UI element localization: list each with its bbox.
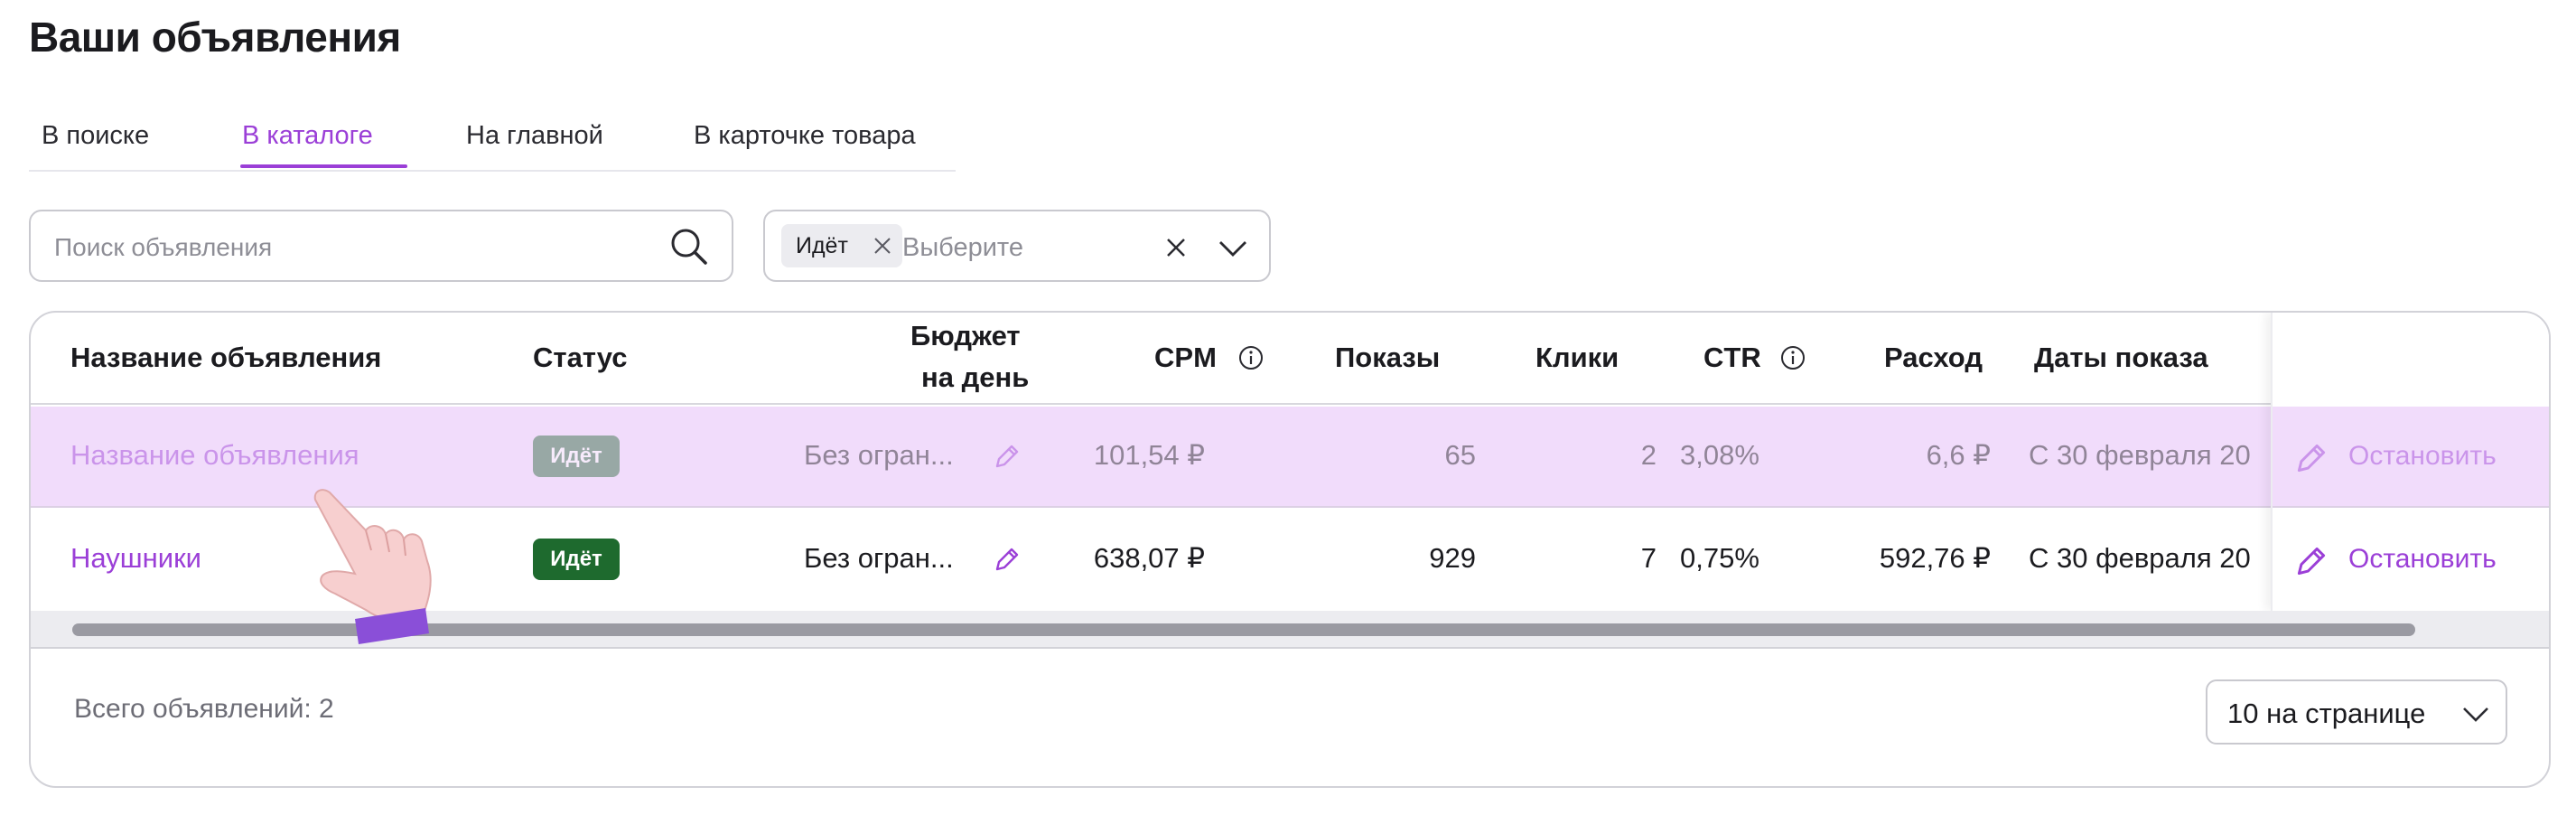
impressions-value: 929 xyxy=(1429,542,1476,574)
tab-search[interactable]: В поиске xyxy=(42,121,149,151)
col-status-header[interactable]: Статус xyxy=(533,342,627,374)
pointer-hand-icon xyxy=(313,489,432,644)
status-filter-select[interactable]: Идёт Выберите xyxy=(763,210,1271,282)
col-impressions-header[interactable]: Показы xyxy=(1335,342,1440,374)
table-header: Название объявления Статус Бюджет на ден… xyxy=(31,313,2549,405)
spend-value: 6,6 ₽ xyxy=(1926,439,1991,471)
info-icon[interactable] xyxy=(1779,344,1806,371)
stop-button-label: Остановить xyxy=(2348,544,2497,574)
col-budget-header-line2[interactable]: на день xyxy=(921,361,1029,394)
chevron-down-icon[interactable] xyxy=(1217,234,1249,261)
chip-remove-icon[interactable] xyxy=(872,235,893,257)
impressions-value: 65 xyxy=(1444,439,1476,471)
col-dates-header[interactable]: Даты показа xyxy=(2034,342,2208,374)
search-box xyxy=(29,210,733,282)
tab-main[interactable]: На главной xyxy=(466,121,603,151)
ctr-value: 3,08% xyxy=(1680,439,1759,471)
tab-catalog[interactable]: В каталоге xyxy=(242,121,373,151)
status-chip: Идёт xyxy=(781,224,902,267)
spend-value: 592,76 ₽ xyxy=(1879,542,1991,574)
cpm-value: 638,07 ₽ xyxy=(1093,542,1205,574)
pencil-icon[interactable] xyxy=(992,544,1022,575)
chevron-down-icon xyxy=(2463,707,2488,722)
cpm-value: 101,54 ₽ xyxy=(1093,439,1205,471)
search-icon[interactable] xyxy=(668,226,710,267)
page-size-label: 10 на странице xyxy=(2227,698,2426,729)
status-badge: Идёт xyxy=(533,539,620,580)
total-count: Всего объявлений: 2 xyxy=(74,694,334,724)
budget-value: Без огран... xyxy=(804,542,954,574)
tab-product-card[interactable]: В карточке товара xyxy=(694,121,916,151)
clicks-value: 2 xyxy=(1640,439,1657,471)
pencil-icon xyxy=(2297,444,2326,473)
actions-column: Остановить Остановить xyxy=(2271,313,2549,611)
col-clicks-header[interactable]: Клики xyxy=(1535,342,1619,374)
pencil-icon xyxy=(2297,547,2326,576)
close-icon[interactable] xyxy=(1162,234,1190,261)
col-cpm-header[interactable]: CPM xyxy=(1154,342,1217,374)
col-budget-header-line1[interactable]: Бюджет xyxy=(910,320,1021,352)
col-spend-header[interactable]: Расход xyxy=(1884,342,1983,374)
col-ctr-header[interactable]: CTR xyxy=(1703,342,1761,374)
status-filter-placeholder: Выберите xyxy=(902,233,1024,262)
active-tab-indicator xyxy=(240,164,407,168)
col-name-header[interactable]: Название объявления xyxy=(70,342,381,374)
ad-name-link[interactable]: Название объявления xyxy=(70,439,359,472)
info-icon[interactable] xyxy=(1237,344,1265,371)
pencil-icon[interactable] xyxy=(992,441,1022,472)
status-badge: Идёт xyxy=(533,436,620,477)
clicks-value: 7 xyxy=(1640,542,1657,574)
page-size-select[interactable]: 10 на странице xyxy=(2206,679,2507,745)
ad-name-link[interactable]: Наушники xyxy=(70,542,201,575)
stop-button-label: Остановить xyxy=(2348,441,2497,471)
page-title: Ваши объявления xyxy=(29,14,401,61)
tabs-bar: В поиске В каталоге На главной В карточк… xyxy=(29,112,956,172)
dates-value: С 30 февраля 20 xyxy=(2029,439,2251,471)
budget-value: Без огран... xyxy=(804,439,954,471)
dates-value: С 30 февраля 20 xyxy=(2029,542,2251,574)
ctr-value: 0,75% xyxy=(1680,542,1759,574)
search-input[interactable] xyxy=(54,231,632,264)
status-chip-label: Идёт xyxy=(796,233,848,258)
